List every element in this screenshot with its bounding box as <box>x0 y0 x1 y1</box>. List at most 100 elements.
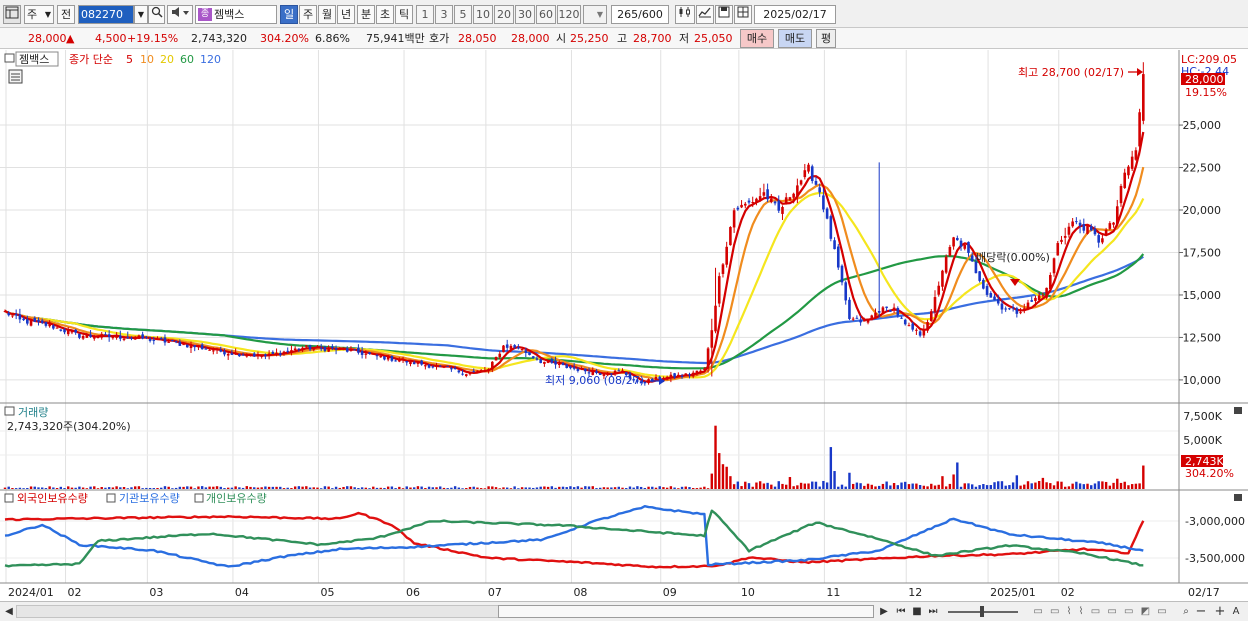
indicator-button[interactable] <box>696 5 714 24</box>
volume-bar <box>740 486 743 489</box>
buy-button[interactable]: 매수 <box>740 29 774 48</box>
scroll-left-button[interactable]: ◀ <box>4 604 14 619</box>
volume-bar <box>1000 481 1004 489</box>
period-week-button[interactable]: 주 <box>299 5 317 24</box>
candle-body <box>647 379 650 384</box>
interval-60-button[interactable]: 60 <box>536 5 556 24</box>
panel-collapse-icon[interactable] <box>1234 407 1242 414</box>
speaker-icon <box>172 7 189 17</box>
zoom-slider-handle[interactable] <box>980 606 984 617</box>
candle-count: 265 <box>617 8 639 21</box>
interval-10-button[interactable]: 10 <box>473 5 493 24</box>
volume-bar <box>997 481 1000 489</box>
volume-bar <box>595 488 598 489</box>
volume-bar <box>963 483 966 489</box>
scroll-right-button[interactable]: ▶ <box>879 604 889 619</box>
candle-body <box>911 323 914 330</box>
low-annotation: 최저 9,060 (08/27) <box>545 374 644 387</box>
volume-bar <box>625 488 628 489</box>
chart-canvas[interactable]: 10,000 12,500 15,000 17,500 20,000 22,500 25,0… <box>0 50 1248 601</box>
period-year-button[interactable]: 년 <box>337 5 355 24</box>
interval-5-button[interactable]: 5 <box>454 5 472 24</box>
date-field[interactable]: 2025/02/17 <box>754 5 836 24</box>
rewind-button[interactable]: ⏮ <box>894 604 908 619</box>
candle-body <box>1134 150 1138 160</box>
candle-body <box>461 373 464 375</box>
candle-body <box>543 361 546 364</box>
candle-body <box>200 344 204 350</box>
layout-icon[interactable] <box>3 5 21 24</box>
low-price: 25,050 <box>694 32 733 45</box>
volume-bar <box>930 483 933 489</box>
volume-bar <box>613 487 617 489</box>
period-day-button[interactable]: 일 <box>280 5 298 24</box>
interval-20-button[interactable]: 20 <box>494 5 514 24</box>
chart-area[interactable]: 10,000 12,500 15,000 17,500 20,000 22,500 25,0… <box>0 50 1248 601</box>
scroll-thumb[interactable] <box>498 605 874 618</box>
drawing-tools-icon[interactable]: ▭ ▭ ⌇ ⌇ ▭ ▭ ▭ ◩ ▭ <box>1026 604 1176 619</box>
period-month-button[interactable]: 월 <box>318 5 336 24</box>
candle-body <box>714 305 717 332</box>
volume-bar <box>688 487 691 489</box>
save-button[interactable] <box>715 5 733 24</box>
candle-body <box>788 197 792 201</box>
average-button[interactable]: 평 <box>816 29 836 48</box>
volume-bar <box>297 486 301 489</box>
volume-bar <box>751 486 754 489</box>
candle-count-field[interactable]: 265/600 <box>611 5 669 24</box>
volume-bar <box>119 487 122 489</box>
code-dropdown-button[interactable]: ▼ <box>134 5 148 24</box>
candle-body <box>312 348 316 350</box>
volume-bar <box>178 486 182 489</box>
stop-button[interactable]: ■ <box>911 604 923 619</box>
fast-forward-button[interactable]: ⏭ <box>926 604 940 619</box>
volume-bar <box>171 488 174 489</box>
candle-body <box>996 299 1000 304</box>
auto-scale-button[interactable]: A <box>1230 604 1242 619</box>
candle-body <box>840 265 844 283</box>
chart-type-button[interactable] <box>675 5 695 24</box>
sound-button[interactable] <box>167 5 193 24</box>
candle-body <box>829 216 833 239</box>
candle-body <box>844 282 848 301</box>
volume-bar <box>148 487 152 489</box>
interval-3-button[interactable]: 3 <box>435 5 453 24</box>
interval-120-button[interactable]: 120 <box>557 5 581 24</box>
volume-bar <box>732 484 736 489</box>
period-second-button[interactable]: 초 <box>376 5 394 24</box>
candle-body <box>479 370 483 372</box>
candle-body <box>431 366 435 368</box>
market-type-select[interactable]: 주 ▼ <box>24 5 54 24</box>
price-change: 4,500 <box>95 32 127 45</box>
zoom-in-button[interactable]: + <box>1214 604 1226 619</box>
volume-bar <box>532 487 535 489</box>
interval-30-button[interactable]: 30 <box>515 5 535 24</box>
candle-body <box>185 344 189 348</box>
candle-body <box>833 240 836 250</box>
period-tick-button[interactable]: 틱 <box>395 5 413 24</box>
candle-body <box>171 340 174 342</box>
search-button[interactable] <box>148 5 165 24</box>
candle-body <box>773 201 777 204</box>
stock-name-field[interactable]: 종 젬백스 <box>195 5 277 24</box>
calculator-icon[interactable] <box>8 69 23 84</box>
interval-custom-select[interactable]: ▼ <box>583 5 607 24</box>
period-minute-button[interactable]: 분 <box>357 5 375 24</box>
bid-price-2: 28,000 <box>511 32 550 45</box>
candle-body <box>267 353 271 357</box>
interval-1-button[interactable]: 1 <box>416 5 434 24</box>
candle-body <box>81 336 85 339</box>
candle-body <box>580 368 583 370</box>
sell-button[interactable]: 매도 <box>778 29 812 48</box>
zoom-search-icon[interactable]: ⌕ <box>1180 604 1192 619</box>
volume-bar <box>1008 485 1011 489</box>
candle-body <box>673 373 676 378</box>
panel-collapse-icon[interactable] <box>1234 494 1242 501</box>
bottom-scrollbar[interactable]: ◀ ▶ ⏮ ■ ⏭ ▭ ▭ ⌇ ⌇ ▭ ▭ ▭ ◩ ▭ ⌕ − + A <box>0 601 1248 621</box>
candle-body <box>275 352 278 354</box>
candle-body <box>212 350 215 352</box>
stock-code-input[interactable]: 082270 <box>78 5 134 24</box>
prev-button[interactable]: 전 <box>57 5 75 24</box>
gear-icon-button[interactable] <box>734 5 753 24</box>
zoom-out-button[interactable]: − <box>1195 604 1207 619</box>
